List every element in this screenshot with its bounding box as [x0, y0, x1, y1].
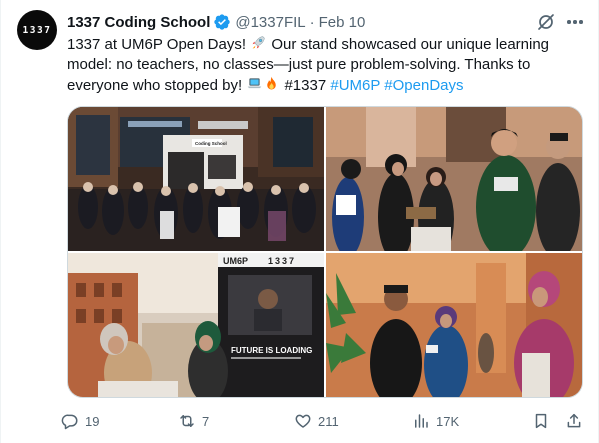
- poster-headline: FUTURE IS LOADING: [231, 346, 312, 355]
- separator-dot: ·: [309, 13, 315, 31]
- media-grid: Coding School UM6P 1337 FUTURE IS LOADIN…: [67, 106, 583, 398]
- views-count: 17K: [436, 413, 460, 429]
- reply-button[interactable]: 19: [61, 410, 99, 432]
- tweet-header: 1337 Coding School @1337FIL · Feb 10: [67, 12, 365, 32]
- poster-brand-um6p: UM6P: [223, 256, 248, 266]
- avatar-logo-text: 1337: [22, 24, 52, 36]
- action-bar: 19 7 211 17K: [61, 410, 591, 432]
- laptop-emoji-icon: [247, 78, 262, 89]
- tweet-text-line1a: 1337 at UM6P Open Days!: [67, 36, 246, 53]
- tweet-text-line3b: #1337: [284, 77, 327, 94]
- repost-count: 7: [202, 413, 210, 429]
- author-name[interactable]: 1337 Coding School: [67, 14, 210, 31]
- share-button[interactable]: [565, 410, 583, 432]
- photo-poster-interview[interactable]: UM6P 1337 FUTURE IS LOADING: [68, 253, 324, 397]
- hashtag-um6p-link[interactable]: #UM6P: [330, 77, 380, 94]
- bookmark-icon: [535, 413, 547, 429]
- tweet-card[interactable]: 1337 1337 Coding School @1337FIL · Feb 1…: [0, 0, 599, 443]
- tweet-date[interactable]: Feb 10: [319, 14, 366, 31]
- author-handle[interactable]: @1337FIL: [235, 14, 305, 31]
- tweet-text: 1337 at UM6P Open Days! Our stand showca…: [67, 34, 587, 96]
- hashtag-opendays-link[interactable]: #OpenDays: [384, 77, 463, 94]
- rocket-emoji-icon: [252, 36, 265, 49]
- photo-students-talking[interactable]: [326, 107, 582, 251]
- like-count: 211: [318, 413, 339, 429]
- fire-emoji-icon: [267, 76, 277, 90]
- more-options-icon[interactable]: [565, 12, 585, 32]
- reply-count: 19: [85, 413, 100, 429]
- reply-icon: [61, 414, 78, 430]
- bookmark-button[interactable]: [532, 410, 550, 432]
- heart-icon: [295, 414, 311, 428]
- poster-brand-1337: 1337: [268, 256, 296, 266]
- like-button[interactable]: 211: [294, 410, 339, 432]
- verified-badge-icon[interactable]: [213, 13, 231, 31]
- tweet-text-line1b: Our stand showcased our unique learning: [271, 36, 550, 53]
- repost-button[interactable]: 7: [178, 410, 209, 432]
- photo-stand-crowd[interactable]: Coding School: [68, 107, 324, 251]
- views-button[interactable]: 17K: [412, 410, 459, 432]
- tweet-text-line2: model: no teachers, no classes—just pure…: [67, 56, 531, 73]
- grok-icon[interactable]: [536, 12, 556, 32]
- share-icon: [567, 413, 581, 428]
- tweet-text-line3a: everyone who stopped by!: [67, 77, 243, 94]
- stand-sign-text: Coding School: [195, 141, 227, 146]
- avatar[interactable]: 1337: [17, 10, 57, 50]
- photo-visitors-chatting[interactable]: [326, 253, 582, 397]
- repost-icon: [180, 415, 194, 427]
- views-chart-icon: [415, 414, 428, 428]
